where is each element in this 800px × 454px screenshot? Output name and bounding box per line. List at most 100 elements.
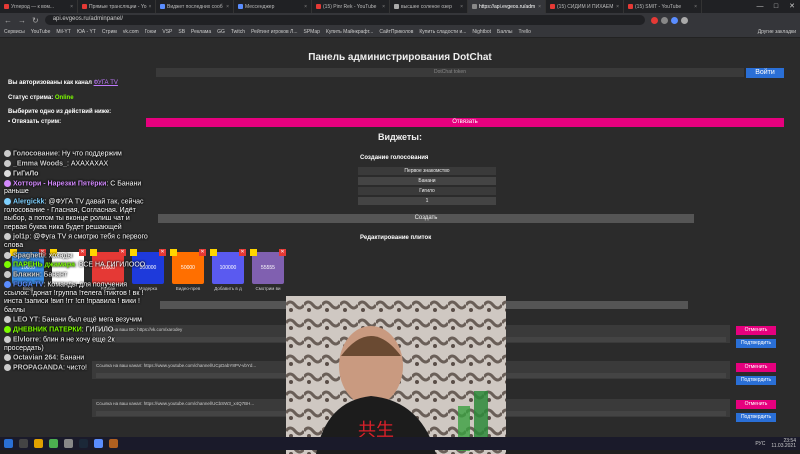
widget-tile[interactable]: 55555 ✕ Смотрим ви [250,249,286,291]
tile-close-icon[interactable]: ✕ [199,249,206,256]
tab-close-icon[interactable]: × [616,4,619,10]
confirm-button[interactable]: Подтвердить [736,413,776,422]
app-icon[interactable] [94,439,103,448]
tab-close-icon[interactable]: × [382,4,385,10]
confirm-button[interactable]: Подтвердить [736,339,776,348]
tile-caption: Смотрим ви [255,286,281,291]
bookmark-item[interactable]: Стрим [102,29,117,35]
tab-close-icon[interactable]: × [226,4,229,10]
bookmark-item[interactable]: Гоюи [145,29,157,35]
bookmark-item[interactable]: Сервисы [4,29,25,35]
taskbar: РУС 23:54 11.03.2021 [0,437,800,450]
language-indicator[interactable]: РУС [755,441,765,447]
vote-option[interactable]: 1 [358,197,496,205]
windows-start-icon[interactable] [4,439,13,448]
bookmark-item-other[interactable]: Другие закладки [758,29,796,35]
browser-tab[interactable]: (15) СИДИМ И ПИХАЕМ × [546,0,624,13]
maximize-icon[interactable]: □ [768,0,784,13]
bookmark-item[interactable]: Реклама [191,29,211,35]
bookmark-item[interactable]: Twitch [231,29,245,35]
widget-tile[interactable]: 50000 ✕ Видео-прев [170,249,206,291]
tab-close-icon[interactable]: × [149,4,152,10]
tile-drag-handle[interactable] [170,249,177,256]
back-icon[interactable]: ← [4,16,12,25]
reject-button[interactable]: Отменить [736,400,776,409]
chat-message: Spaghetti: хохады [4,251,154,261]
tab-favicon-icon [4,4,9,9]
menu-icon[interactable] [680,16,688,24]
bookmark-item[interactable]: ЮА - YT [77,29,96,35]
channel-link[interactable]: ФУГА TV [94,80,118,86]
browser-tab[interactable]: Углерод — к вом... × [0,0,78,13]
forward-icon[interactable]: → [18,16,26,25]
browser-tab[interactable]: высшее соленое озер × [390,0,468,13]
bookmark-item[interactable]: SB [178,29,185,35]
tab-close-icon[interactable]: × [538,4,541,10]
tab-favicon-icon [550,4,555,9]
confirm-button[interactable]: Подтвердить [736,376,776,385]
app-icon[interactable] [109,439,118,448]
vote-option[interactable]: Первое знакомство [358,167,496,175]
avatar [4,197,11,205]
bookmark-item[interactable]: Рейтинг игроков Л... [251,29,297,35]
search-icon[interactable] [19,439,28,448]
create-vote-button[interactable]: Создать [158,214,694,223]
close-icon[interactable]: ✕ [784,0,800,13]
reject-button[interactable]: Отменить [736,326,776,335]
ext-icon[interactable] [650,16,658,24]
chat-nick: FUGA TV [13,281,44,289]
bookmark-item[interactable]: Купить сладости и... [419,29,466,35]
unbind-button[interactable]: Отвязать [146,118,784,127]
avatar [4,233,11,241]
browser-tab[interactable]: https://api.evgeos.ru/adm × [468,0,546,13]
settings-icon[interactable] [64,439,73,448]
tile-close-icon[interactable]: ✕ [159,249,166,256]
ext-icon[interactable] [670,16,678,24]
ext-icon[interactable] [660,16,668,24]
chrome-icon[interactable] [49,439,58,448]
token-input[interactable]: DotChat token [156,68,744,77]
bookmark-item[interactable]: SPMap [304,29,320,35]
bookmark-item[interactable]: СайтПриколов [379,29,413,35]
login-button[interactable]: Войти [746,68,784,78]
clock[interactable]: 23:54 11.03.2021 [771,438,796,449]
reject-button[interactable]: Отменить [736,363,776,372]
browser-tab[interactable]: (15) Pinr Rek - YouTube × [312,0,390,13]
vote-option[interactable]: Банани [358,177,496,185]
tile-caption: Видео-прев [175,286,201,291]
browser-tab[interactable]: (15) SMIT - YouTube × [624,0,702,13]
minimize-icon[interactable]: — [752,0,768,13]
browser-tab[interactable]: Прямые трансляции - Yo × [78,0,156,13]
tile-close-icon[interactable]: ✕ [279,249,286,256]
bookmark-item[interactable]: Mil-YT [56,29,70,35]
tile-close-icon[interactable]: ✕ [239,249,246,256]
bookmark-item[interactable]: Nightbot [472,29,491,35]
address-bar: ← → ↻ api.evgeos.ru/adminpanel/ [0,13,800,27]
url-input[interactable]: api.evgeos.ru/adminpanel/ [44,15,645,25]
tile-drag-handle[interactable] [210,249,217,256]
tab-close-icon[interactable]: × [70,4,73,10]
vote-option[interactable]: Гигило [358,187,496,195]
bookmarks-bar: Сервисы YouTube Mil-YT ЮА - YT Стрим vk.com Го… [0,27,800,38]
bookmark-item[interactable]: Trello [519,29,531,35]
bookmark-item[interactable]: Купить Майнкрафт... [326,29,373,35]
bookmark-item[interactable]: Баллы [497,29,513,35]
tile-drag-handle[interactable] [250,249,257,256]
bookmark-item[interactable]: GG [217,29,225,35]
browser-tab[interactable]: Мессенджер × [234,0,312,13]
tab-close-icon[interactable]: × [304,4,307,10]
browser-tab[interactable]: Виджет последних сооб × [156,0,234,13]
avatar [4,150,11,157]
reload-icon[interactable]: ↻ [32,16,39,25]
bookmark-item[interactable]: vk.com [123,29,139,35]
tab-close-icon[interactable]: × [694,4,697,10]
steam-icon[interactable] [79,439,88,448]
chat-nick: Elvlorre [13,336,40,344]
status-badge: Online [54,95,74,101]
folder-icon[interactable] [34,439,43,448]
widget-tile[interactable]: 100000 ✕ Добавить в д [210,249,246,291]
bookmark-item[interactable]: YouTube [31,29,51,35]
tab-close-icon[interactable]: × [460,4,463,10]
system-tray: РУС 23:54 11.03.2021 [755,438,796,449]
bookmark-item[interactable]: VSP [162,29,172,35]
